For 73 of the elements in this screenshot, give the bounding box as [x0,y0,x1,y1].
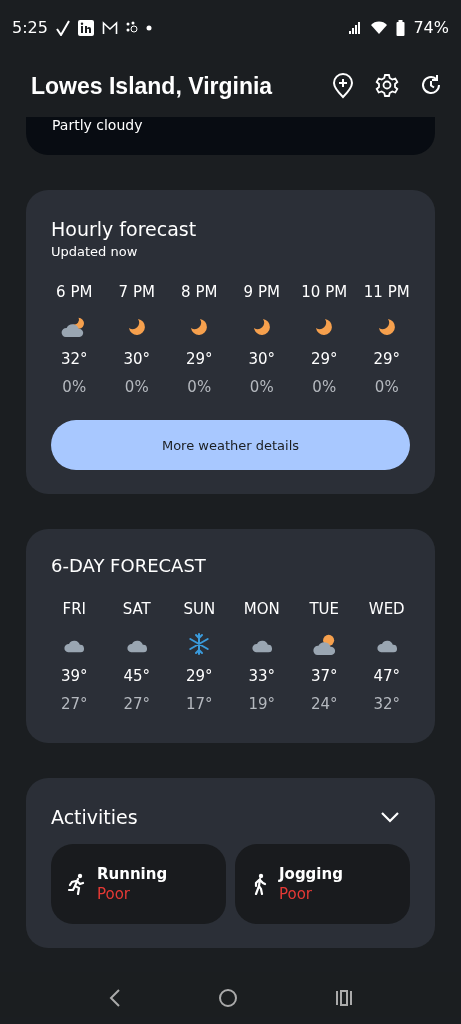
moon-icon [376,317,397,337]
temperature: 30° [248,350,276,368]
runner-icon [67,873,87,895]
more-details-button[interactable]: More weather details [51,420,410,470]
day-label: TUE [309,600,340,618]
moon-icon [189,317,210,337]
low-temperature: 27° [60,695,88,713]
temperature: 30° [123,350,151,368]
precipitation: 0% [62,378,87,396]
hour-label: 6 PM [56,283,93,301]
day-label: SUN [183,600,216,618]
low-temperature: 24° [310,695,338,713]
hour-label: 9 PM [243,283,280,301]
status-time: 5:25 [12,18,48,37]
activity-rating: Poor [97,885,132,903]
low-temperature: 19° [248,695,276,713]
day-label: MON [243,600,280,618]
signal-icon [348,20,363,35]
recents-icon[interactable] [334,990,353,1006]
card-title: 6-DAY FORECAST [51,555,207,576]
precipitation: 0% [187,378,212,396]
precipitation: 0% [124,378,149,396]
chevron-icon[interactable] [380,811,400,823]
updated-text: Updated now [51,244,139,259]
activity-name: Running [97,865,168,883]
dots-icon [125,20,138,35]
high-temperature: 29° [185,667,213,685]
temperature: 29° [185,350,213,368]
high-temperature: 47° [373,667,401,685]
low-temperature: 27° [123,695,151,713]
moon-icon [251,317,272,337]
home-icon[interactable] [217,988,238,1008]
battery-percent: 74% [413,18,449,37]
activity-name: Jogging [279,865,343,883]
condition-text: Partly cloudy [52,117,143,133]
precipitation: 0% [249,378,274,396]
app-notification-icon [77,19,94,36]
battery-icon [396,19,406,36]
hour-label: 8 PM [181,283,218,301]
moon-icon [126,317,147,337]
day-label: FRI [62,600,86,618]
precipitation: 0% [374,378,399,396]
moon-icon [314,317,335,337]
snowflake-icon [187,632,212,656]
location-title: Lowes Island, Virginia [31,72,274,100]
hour-label: 7 PM [118,283,155,301]
card-title: Activities [51,806,138,828]
low-temperature: 17° [185,695,213,713]
wifi-icon [370,20,389,35]
hour-label: 10 PM [301,283,348,301]
activity-rating: Poor [279,885,314,903]
high-temperature: 37° [310,667,338,685]
high-temperature: 45° [123,667,151,685]
hour-label: 11 PM [363,283,410,301]
mail-icon [101,20,118,35]
back-icon[interactable] [108,989,121,1007]
day-label: SAT [122,600,151,618]
card-title: Hourly forecast [51,218,198,240]
high-temperature: 39° [60,667,88,685]
high-temperature: 33° [248,667,276,685]
temperature: 32° [60,350,88,368]
check-icon [55,19,70,36]
precipitation: 0% [312,378,337,396]
temperature: 29° [373,350,401,368]
activity-card[interactable]: Jogging Poor [235,844,410,924]
activity-card[interactable]: Running Poor [51,844,226,924]
partly-cloudy-icon [311,632,338,656]
settings-icon[interactable] [375,73,399,99]
add-location-icon[interactable] [331,73,355,99]
low-temperature: 32° [373,695,401,713]
temperature: 29° [310,350,338,368]
dot-icon [145,24,152,31]
day-label: WED [368,600,405,618]
